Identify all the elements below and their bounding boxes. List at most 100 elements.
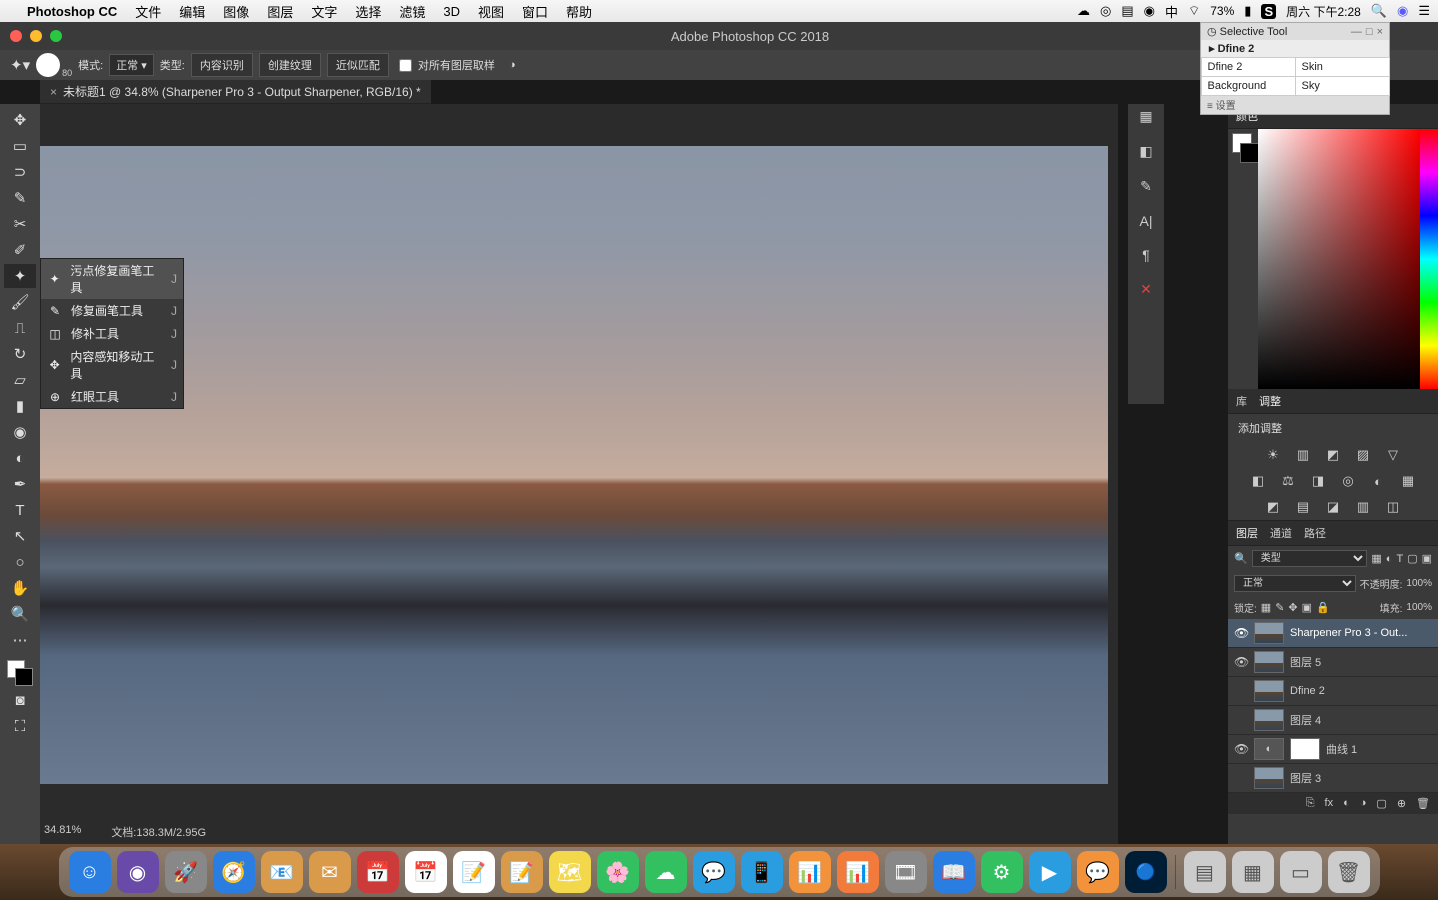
picker-bg[interactable] [1240, 143, 1260, 163]
sample-all-checkbox[interactable] [399, 59, 412, 72]
menu-filter[interactable]: 滤镜 [390, 2, 434, 21]
move-tool[interactable]: ✥ [4, 108, 36, 132]
menu-edit[interactable]: 编辑 [170, 2, 214, 21]
invert-icon[interactable]: ◩ [1263, 498, 1283, 516]
color-field[interactable] [1258, 129, 1420, 389]
visibility-icon[interactable]: 👁 [1234, 742, 1248, 756]
background-color[interactable] [15, 668, 33, 686]
blend-mode[interactable]: 正常 [1234, 575, 1356, 592]
dock-app[interactable]: 🔵 [1125, 851, 1167, 893]
brightness-icon[interactable]: ☀ [1263, 446, 1283, 464]
dodge-tool[interactable]: ◐ [4, 446, 36, 470]
levels-icon[interactable]: ▥ [1293, 446, 1313, 464]
menu-3d[interactable]: 3D [434, 4, 469, 19]
dock-app[interactable]: ◉ [117, 851, 159, 893]
eyedropper-tool[interactable]: ✐ [4, 238, 36, 262]
layer-row[interactable]: Dfine 2 [1228, 677, 1438, 706]
gradient-map-icon[interactable]: ▥ [1353, 498, 1373, 516]
sel-max-icon[interactable]: □ [1366, 26, 1373, 38]
navigator-icon[interactable]: ◧ [1139, 143, 1152, 160]
vibrance-icon[interactable]: ▽ [1383, 446, 1403, 464]
filter-pixel-icon[interactable]: ▦ [1371, 552, 1381, 565]
siri-icon[interactable]: ◉ [1397, 3, 1408, 19]
dock-app[interactable]: 📧 [261, 851, 303, 893]
sel-cell-dfine2[interactable]: Dfine 2 [1201, 57, 1296, 77]
layers-tab[interactable]: 图层 [1236, 525, 1258, 541]
lut-icon[interactable]: ▦ [1398, 472, 1418, 490]
balance-icon[interactable]: ⚖ [1278, 472, 1298, 490]
shape-tool[interactable]: ○ [4, 550, 36, 574]
tool-preset-icon[interactable]: ✦▾ [10, 56, 30, 74]
color-swatches[interactable] [7, 660, 33, 686]
dock-app[interactable]: 📊 [789, 851, 831, 893]
path-select-tool[interactable]: ↖ [4, 524, 36, 548]
sel-min-icon[interactable]: — [1351, 26, 1362, 38]
layer-row[interactable]: 👁 Sharpener Pro 3 - Out... [1228, 619, 1438, 648]
edit-toolbar[interactable]: ⋯ [4, 628, 36, 652]
layer-name[interactable]: 图层 5 [1290, 654, 1432, 670]
dock-app[interactable]: 📅 [405, 851, 447, 893]
s-icon[interactable]: S [1261, 4, 1276, 19]
hand-tool[interactable]: ✋ [4, 576, 36, 600]
dock-app[interactable]: ✉ [309, 851, 351, 893]
zoom-tool[interactable]: 🔍 [4, 602, 36, 626]
dock-stack[interactable]: 🗑 [1328, 851, 1370, 893]
dock-app[interactable]: ☁ [645, 851, 687, 893]
close-panel-icon[interactable]: ✕ [1140, 281, 1152, 298]
posterize-icon[interactable]: ▤ [1293, 498, 1313, 516]
visibility-icon[interactable]: 👁 [1234, 626, 1248, 640]
quick-mask-tool[interactable]: ◙ [4, 688, 36, 712]
dock-app[interactable]: 🚀 [165, 851, 207, 893]
mode-select[interactable]: 正常 ▾ [109, 54, 154, 76]
sel-close-icon[interactable]: × [1377, 26, 1383, 38]
brush-preview[interactable] [36, 53, 60, 77]
sel-cell-sky[interactable]: Sky [1295, 76, 1390, 96]
dock-app[interactable]: 💬 [1077, 851, 1119, 893]
menu-image[interactable]: 图像 [214, 2, 258, 21]
blur-tool[interactable]: ◉ [4, 420, 36, 444]
link-layers-icon[interactable]: ⎘ [1306, 797, 1315, 810]
library-tab[interactable]: 库 [1236, 393, 1247, 409]
menu-file[interactable]: 文件 [126, 2, 170, 21]
clone-stamp-tool[interactable]: ⎍ [4, 316, 36, 340]
brushes-icon[interactable]: ✎ [1140, 178, 1152, 195]
curves-icon[interactable]: ◩ [1323, 446, 1343, 464]
flyout-patch[interactable]: ◫修补工具J [41, 322, 183, 345]
visibility-icon[interactable]: 👁 [1234, 655, 1248, 669]
menu-help[interactable]: 帮助 [557, 2, 601, 21]
selective-tool-panel[interactable]: ◷ Selective Tool —□× ▸ Dfine 2 Dfine 2 S… [1200, 22, 1390, 115]
fill-value[interactable]: 100% [1406, 602, 1432, 613]
notifications-icon[interactable]: ☰ [1418, 3, 1430, 19]
wifi-icon[interactable]: ⌔ [1188, 3, 1200, 19]
layer-name[interactable]: 图层 3 [1290, 770, 1432, 786]
bw-icon[interactable]: ◨ [1308, 472, 1328, 490]
dock-app[interactable]: 🗺 [549, 851, 591, 893]
spot-healing-tool[interactable]: ✦ [4, 264, 36, 288]
hue-slider[interactable] [1420, 129, 1438, 389]
flyout-healing-brush[interactable]: ✎修复画笔工具J [41, 299, 183, 322]
dock-app[interactable]: 📝 [453, 851, 495, 893]
pen-tool[interactable]: ✒ [4, 472, 36, 496]
close-button[interactable] [10, 30, 22, 42]
type-create-texture[interactable]: 创建纹理 [259, 53, 321, 77]
menu-layer[interactable]: 图层 [258, 2, 302, 21]
filter-shape-icon[interactable]: ▢ [1407, 552, 1417, 565]
eraser-tool[interactable]: ▱ [4, 368, 36, 392]
ime-icon[interactable]: 中 [1165, 2, 1178, 21]
menu-app[interactable]: Photoshop CC [18, 4, 126, 19]
menu-window[interactable]: 窗口 [513, 2, 557, 21]
opacity-value[interactable]: 100% [1406, 578, 1432, 589]
document-tab[interactable]: × 未标题1 @ 34.8% (Sharpener Pro 3 - Output… [40, 80, 431, 104]
battery-icon[interactable]: ▮ [1244, 3, 1251, 19]
dock-app[interactable]: 📅 [357, 851, 399, 893]
wechat-icon[interactable]: ☁ [1077, 3, 1090, 19]
layer-row[interactable]: 图层 4 [1228, 706, 1438, 735]
selective-color-icon[interactable]: ◫ [1383, 498, 1403, 516]
marquee-tool[interactable]: ▭ [4, 134, 36, 158]
sel-cell-skin[interactable]: Skin [1295, 57, 1390, 77]
layer-name[interactable]: 图层 4 [1290, 712, 1432, 728]
layer-name[interactable]: Sharpener Pro 3 - Out... [1290, 627, 1432, 639]
dock-stack[interactable]: ▤ [1184, 851, 1226, 893]
minimize-button[interactable] [30, 30, 42, 42]
flyout-spot-healing[interactable]: ✦污点修复画笔工具J [41, 259, 183, 299]
